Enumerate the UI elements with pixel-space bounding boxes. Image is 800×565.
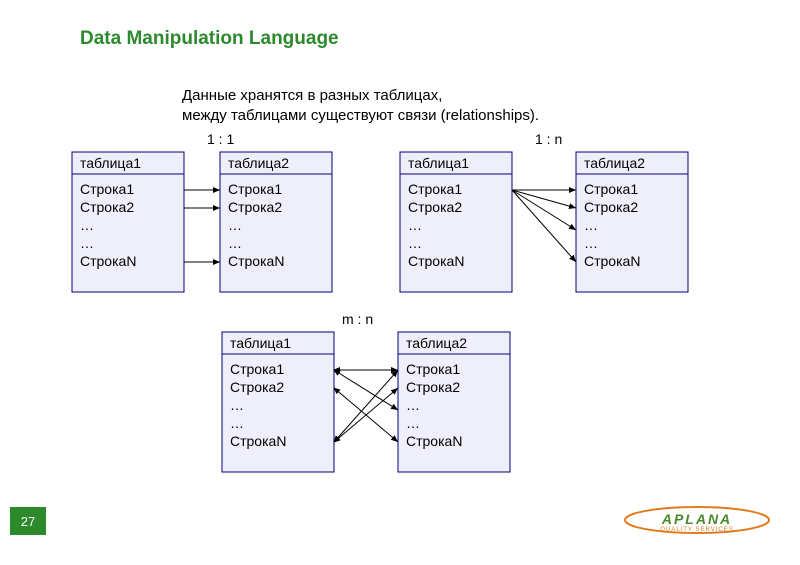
d3-t1-r2: Строка2 (230, 379, 284, 395)
d1-t2-header: таблица2 (228, 155, 289, 171)
d3-t1-r5: СтрокаN (230, 433, 286, 449)
logo-brand-text: APLANA (661, 511, 732, 527)
d1-t1-header: таблица1 (80, 155, 141, 171)
d1-t1-r3: … (80, 217, 94, 233)
d1-t2-r2: Строка2 (228, 199, 282, 215)
label-m-n: m : n (342, 311, 373, 327)
d3-t1-header: таблица1 (230, 335, 291, 351)
d3-t2-r2: Строка2 (406, 379, 460, 395)
d2-t2-r2: Строка2 (584, 199, 638, 215)
d3-t2-r4: … (406, 415, 420, 431)
d1-table1: таблица1 Строка1 Строка2 … … СтрокаN (72, 152, 184, 292)
arrow-icon (334, 370, 398, 410)
d2-t1-r4: … (408, 235, 422, 251)
d1-t1-r2: Строка2 (80, 199, 134, 215)
diagram-one-to-one: 1 : 1 таблица1 Строка1 Строка2 … … Строк… (72, 130, 372, 310)
d2-table1: таблица1 Строка1 Строка2 … … СтрокаN (400, 152, 512, 292)
d2-t2-r5: СтрокаN (584, 253, 640, 269)
desc-line2: между таблицами существуют связи (relati… (182, 107, 539, 124)
d2-t2-r3: … (584, 217, 598, 233)
d2-t2-header: таблица2 (584, 155, 645, 171)
slide: { "title": "Data Manipulation Language",… (0, 0, 800, 565)
diagram-one-to-many: 1 : n таблица1 Строка1 Строка2 … … Строк… (400, 130, 700, 310)
label-1-1: 1 : 1 (207, 131, 234, 147)
d1-table2: таблица2 Строка1 Строка2 … … СтрокаN (220, 152, 332, 292)
d3-t2-r1: Строка1 (406, 361, 460, 377)
d3-t1-r3: … (230, 397, 244, 413)
d3-t1-r4: … (230, 415, 244, 431)
d2-table2: таблица2 Строка1 Строка2 … … СтрокаN (576, 152, 688, 292)
d1-t2-r1: Строка1 (228, 181, 282, 197)
desc-line1: Данные хранятся в разных таблицах, (182, 87, 442, 104)
d3-table2: таблица2 Строка1 Строка2 … … СтрокаN (398, 332, 510, 472)
d2-t1-r5: СтрокаN (408, 253, 464, 269)
d2-t2-r1: Строка1 (584, 181, 638, 197)
d1-t2-r4: … (228, 235, 242, 251)
d1-t2-r5: СтрокаN (228, 253, 284, 269)
d2-t1-header: таблица1 (408, 155, 469, 171)
d2-t1-r1: Строка1 (408, 181, 462, 197)
d2-t2-r4: … (584, 235, 598, 251)
diagram-many-to-many: m : n таблица1 Строка1 Строка2 … … Строк… (222, 310, 532, 490)
d3-t2-r5: СтрокаN (406, 433, 462, 449)
arrow-icon (512, 190, 576, 262)
d1-t1-r1: Строка1 (80, 181, 134, 197)
slide-title: Data Manipulation Language (80, 28, 339, 50)
d1-t1-r5: СтрокаN (80, 253, 136, 269)
d2-t1-r3: … (408, 217, 422, 233)
d2-t1-r2: Строка2 (408, 199, 462, 215)
arrow-icon (512, 190, 576, 208)
arrow-icon (334, 370, 398, 442)
d3-table1: таблица1 Строка1 Строка2 … … СтрокаN (222, 332, 334, 472)
logo-tagline: QUALITY SERVICES (660, 527, 733, 533)
d3-t2-r3: … (406, 397, 420, 413)
label-1-n: 1 : n (535, 131, 562, 147)
arrow-icon (512, 190, 576, 230)
d1-t1-r4: … (80, 235, 94, 251)
brand-logo: APLANA QUALITY SERVICES (622, 505, 772, 535)
d3-t2-header: таблица2 (406, 335, 467, 351)
slide-description: Данные хранятся в разных таблицах, между… (182, 86, 539, 127)
d1-t2-r3: … (228, 217, 242, 233)
d3-t1-r1: Строка1 (230, 361, 284, 377)
page-number-badge: 27 (10, 507, 46, 535)
